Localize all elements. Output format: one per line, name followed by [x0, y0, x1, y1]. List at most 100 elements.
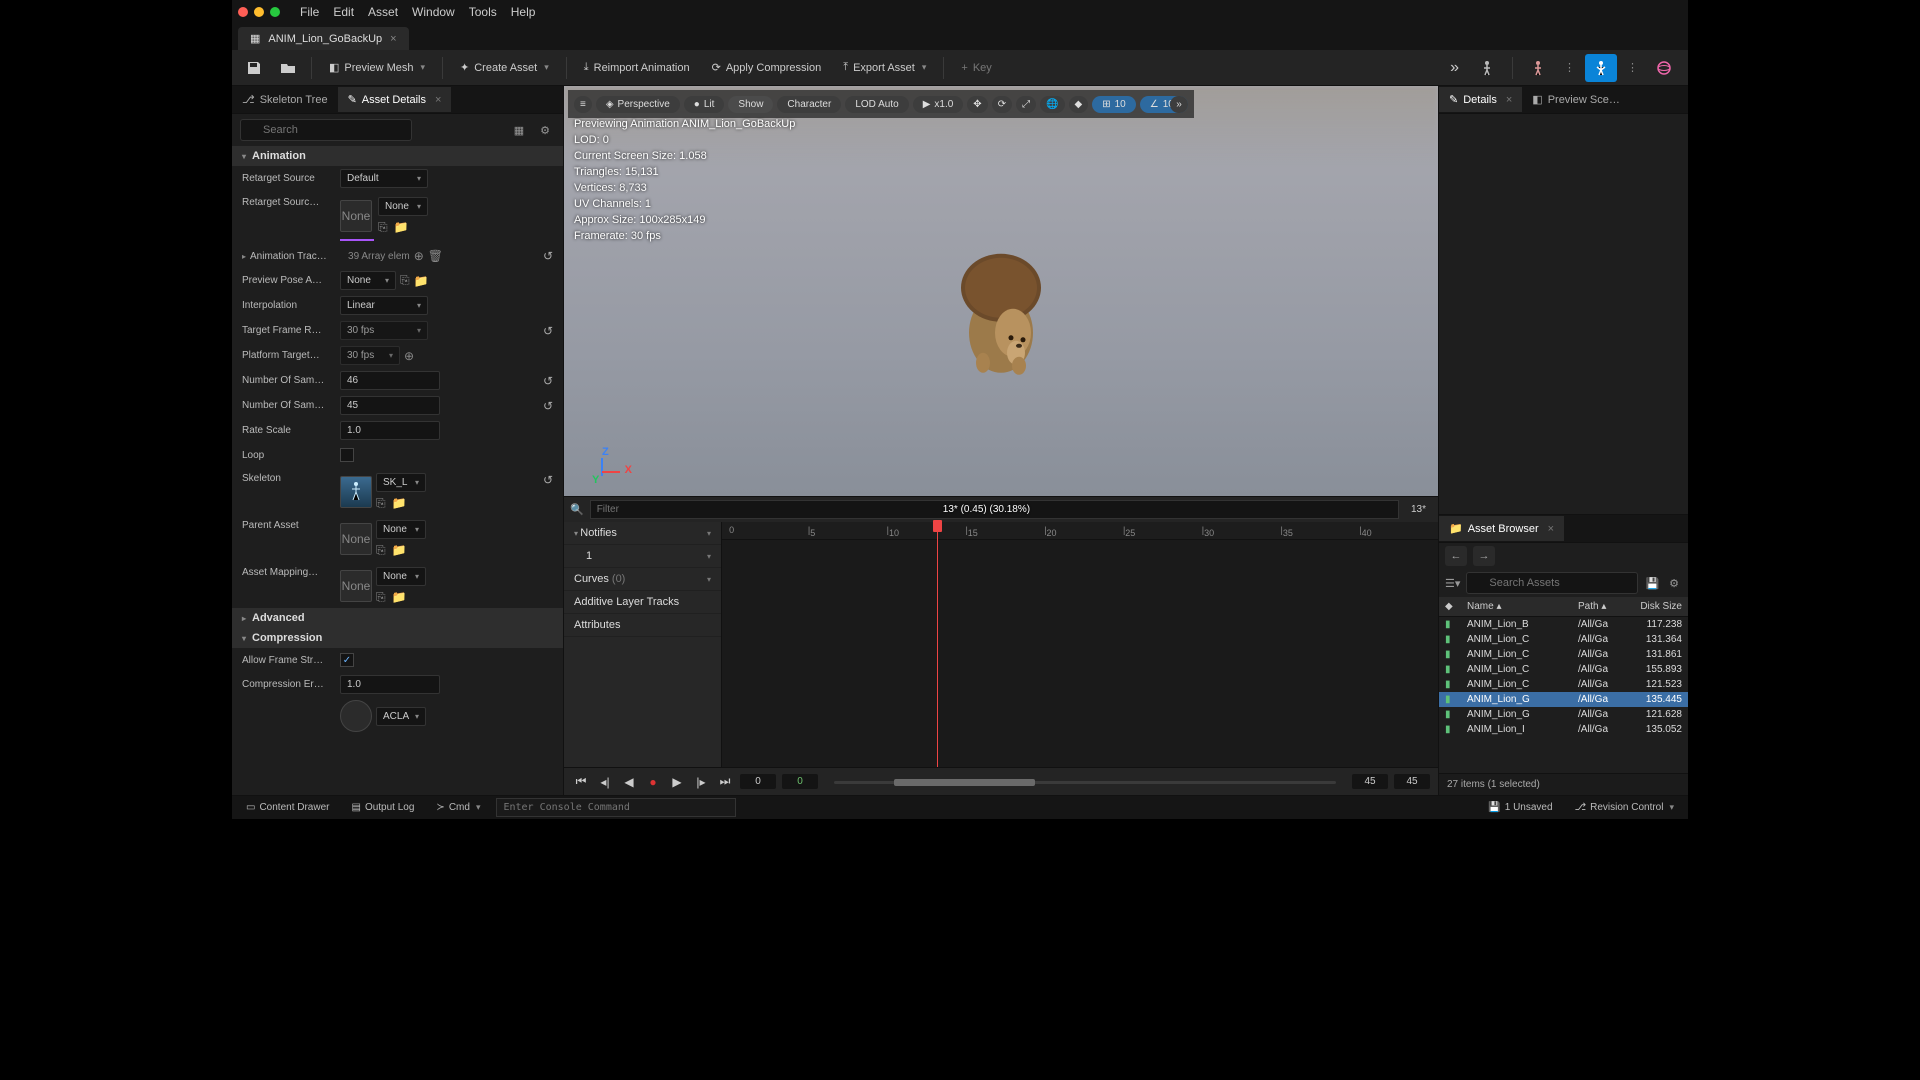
- play-button[interactable]: ▶: [668, 773, 686, 791]
- menu-tools[interactable]: Tools: [469, 5, 497, 19]
- codec-thumbnail[interactable]: [340, 700, 372, 732]
- character-button[interactable]: Character: [777, 96, 841, 113]
- use-icon[interactable]: ⎘: [376, 543, 386, 558]
- skeleton-mode-button[interactable]: [1471, 54, 1503, 82]
- revision-control-button[interactable]: ⎇Revision Control ▾: [1569, 799, 1680, 816]
- gear-icon[interactable]: ⚙: [535, 120, 555, 140]
- retarget-asset-dropdown[interactable]: None▾: [378, 197, 428, 216]
- save-all-icon[interactable]: 💾: [1644, 573, 1660, 593]
- menu-edit[interactable]: Edit: [333, 5, 354, 19]
- close-icon[interactable]: ×: [1548, 523, 1554, 535]
- range-start-input[interactable]: 0: [740, 774, 776, 789]
- step-forward-button[interactable]: |▸: [692, 773, 710, 791]
- track-additive[interactable]: Additive Layer Tracks: [564, 591, 721, 614]
- menu-help[interactable]: Help: [511, 5, 536, 19]
- clear-icon[interactable]: 🗑: [428, 249, 443, 263]
- unsaved-button[interactable]: 💾1 Unsaved: [1482, 799, 1558, 816]
- perspective-button[interactable]: ◈Perspective: [596, 96, 680, 113]
- browse-icon[interactable]: 📁: [392, 590, 407, 605]
- track-curves[interactable]: Curves (0)▾: [564, 568, 721, 591]
- category-compression[interactable]: ▾Compression: [232, 628, 563, 648]
- cmd-dropdown[interactable]: ≻Cmd ▾: [430, 799, 486, 816]
- output-log-button[interactable]: ▤Output Log: [345, 799, 420, 816]
- asset-mapping-dropdown[interactable]: None▾: [376, 567, 426, 586]
- range-end-a-input[interactable]: 45: [1352, 774, 1388, 789]
- window-close[interactable]: [238, 7, 248, 17]
- asset-row[interactable]: ▮ANIM_Lion_C/All/Ga121.523: [1439, 677, 1688, 692]
- asset-list-header[interactable]: ◆ Name ▴ Path ▴ Disk Size: [1439, 597, 1688, 617]
- scale-icon[interactable]: ⤢: [1016, 96, 1036, 113]
- to-start-button[interactable]: ⏮: [572, 773, 590, 791]
- range-start-green[interactable]: 0: [782, 774, 818, 789]
- menu-file[interactable]: File: [300, 5, 319, 19]
- filter-icon[interactable]: ☰▾: [1445, 577, 1460, 590]
- browse-button[interactable]: [274, 54, 302, 82]
- reset-icon[interactable]: ↺: [543, 399, 553, 413]
- content-drawer-button[interactable]: ▭Content Drawer: [240, 799, 335, 816]
- lod-button[interactable]: LOD Auto: [845, 96, 908, 113]
- to-end-button[interactable]: ⏭: [716, 773, 734, 791]
- skeleton-dropdown[interactable]: SK_L▾: [376, 473, 426, 492]
- interpolation-dropdown[interactable]: Linear▾: [340, 296, 428, 315]
- retarget-source-dropdown[interactable]: Default▾: [340, 169, 428, 188]
- asset-thumbnail[interactable]: None: [340, 200, 372, 232]
- asset-search-input[interactable]: [1466, 572, 1638, 594]
- menu-window[interactable]: Window: [412, 5, 455, 19]
- step-back-button[interactable]: ◂|: [596, 773, 614, 791]
- timeline-range-slider[interactable]: [834, 775, 1336, 789]
- timeline-ruler[interactable]: 0 | 5 | 10 | 15 | 20 | 25 | 30 | 35 | 40: [722, 522, 1438, 540]
- disk-column[interactable]: Disk Size: [1628, 601, 1682, 612]
- asset-row[interactable]: ▮ANIM_Lion_B/All/Ga117.238: [1439, 617, 1688, 632]
- window-zoom[interactable]: [270, 7, 280, 17]
- browse-icon[interactable]: 📁: [392, 543, 407, 558]
- animation-mode-button[interactable]: [1585, 54, 1617, 82]
- use-icon[interactable]: ⎘: [376, 496, 386, 511]
- add-icon[interactable]: ⊕: [404, 349, 414, 363]
- tab-preview-scene[interactable]: ◧Preview Sce…: [1522, 87, 1630, 112]
- grid-snap-button[interactable]: ⊞10: [1092, 96, 1136, 113]
- document-tab[interactable]: ▦ ANIM_Lion_GoBackUp ×: [238, 27, 409, 50]
- path-column[interactable]: Path ▴: [1578, 601, 1628, 612]
- num-samples-a-input[interactable]: [340, 371, 440, 390]
- asset-row[interactable]: ▮ANIM_Lion_G/All/Ga135.445: [1439, 692, 1688, 707]
- browse-icon[interactable]: 📁: [414, 274, 429, 288]
- acla-dropdown[interactable]: ACLA▾: [376, 707, 426, 726]
- lit-button[interactable]: ●Lit: [684, 96, 725, 113]
- platform-target-dropdown[interactable]: 30 fps▾: [340, 346, 400, 365]
- save-button[interactable]: [240, 54, 268, 82]
- compression-error-input[interactable]: [340, 675, 440, 694]
- asset-row[interactable]: ▮ANIM_Lion_C/All/Ga155.893: [1439, 662, 1688, 677]
- tab-skeleton-tree[interactable]: ⎇Skeleton Tree: [232, 87, 338, 112]
- parent-asset-thumbnail[interactable]: None: [340, 523, 372, 555]
- viewport[interactable]: ≡ ◈Perspective ●Lit Show Character LOD A…: [564, 86, 1438, 496]
- create-asset-button[interactable]: ✦Create Asset▾: [452, 56, 557, 79]
- browse-icon[interactable]: 📁: [394, 220, 409, 235]
- add-icon[interactable]: ⊕: [414, 249, 424, 263]
- asset-row[interactable]: ▮ANIM_Lion_C/All/Ga131.364: [1439, 632, 1688, 647]
- parent-asset-dropdown[interactable]: None▾: [376, 520, 426, 539]
- range-end-b-input[interactable]: 45: [1394, 774, 1430, 789]
- reset-icon[interactable]: ↺: [543, 249, 553, 263]
- tab-asset-browser[interactable]: 📁Asset Browser×: [1439, 516, 1564, 541]
- type-column[interactable]: ◆: [1445, 601, 1467, 612]
- window-minimize[interactable]: [254, 7, 264, 17]
- category-advanced[interactable]: ▸Advanced: [232, 608, 563, 628]
- reset-icon[interactable]: ↺: [543, 324, 553, 338]
- tab-details[interactable]: ✎Details×: [1439, 87, 1522, 112]
- reimport-animation-button[interactable]: ⤓Reimport Animation: [576, 56, 698, 79]
- skeleton-thumbnail[interactable]: [340, 476, 372, 508]
- nav-back-button[interactable]: ←: [1445, 546, 1467, 566]
- asset-mapping-thumbnail[interactable]: None: [340, 570, 372, 602]
- snap-icon[interactable]: ◆: [1069, 96, 1089, 113]
- timeline-canvas[interactable]: 0 | 5 | 10 | 15 | 20 | 25 | 30 | 35 | 40…: [722, 522, 1438, 767]
- track-attributes[interactable]: Attributes: [564, 614, 721, 637]
- kebab-icon[interactable]: ⋮: [1623, 61, 1642, 74]
- category-animation[interactable]: ▾Animation: [232, 146, 563, 166]
- track-notifies[interactable]: ▾ Notifies▾: [564, 522, 721, 545]
- asset-row[interactable]: ▮ANIM_Lion_I/All/Ga135.052: [1439, 722, 1688, 737]
- use-icon[interactable]: ⎘: [376, 590, 386, 605]
- close-icon[interactable]: ×: [1506, 94, 1512, 106]
- grid-view-icon[interactable]: ▦: [509, 120, 529, 140]
- details-search-input[interactable]: [240, 119, 412, 141]
- key-button[interactable]: +Key: [953, 57, 999, 79]
